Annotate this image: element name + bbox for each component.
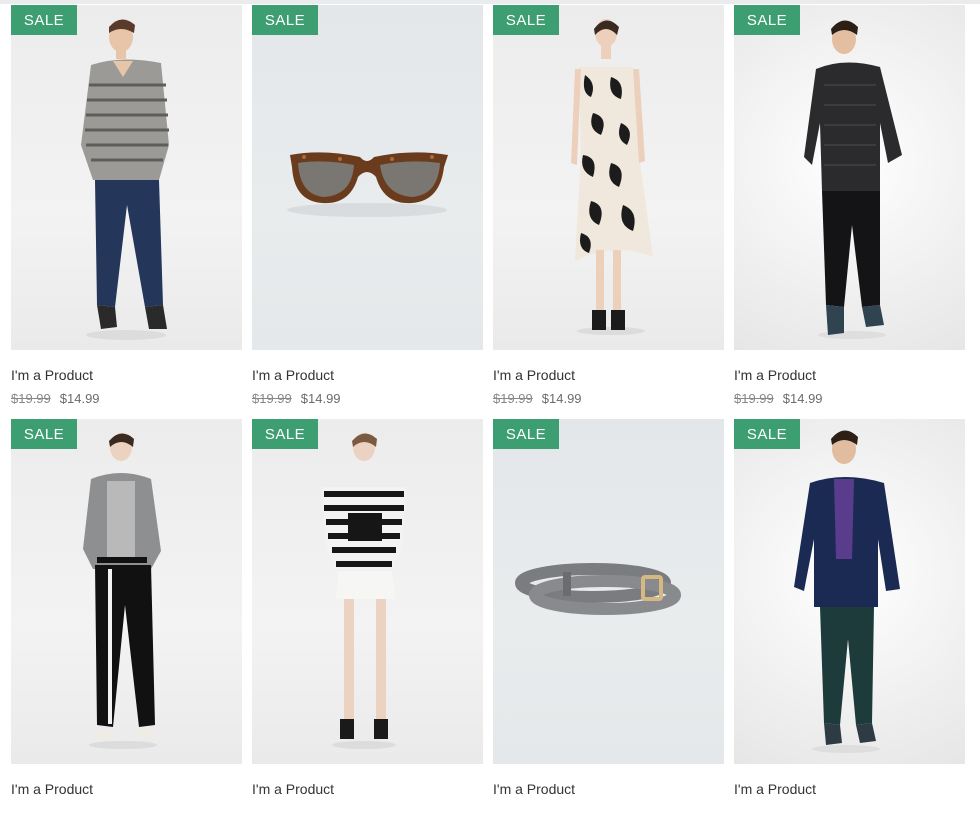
sale-price: $14.99 bbox=[782, 391, 823, 406]
sale-badge: SALE bbox=[493, 419, 559, 449]
product-card[interactable]: SALE I'm a Product $19.99 $14.99 bbox=[11, 5, 242, 419]
sale-badge: SALE bbox=[734, 5, 800, 35]
product-card[interactable]: SALE I'm a Product bbox=[734, 419, 965, 833]
sale-badge: SALE bbox=[493, 5, 559, 35]
product-name[interactable]: I'm a Product bbox=[493, 781, 575, 797]
sale-badge: SALE bbox=[252, 419, 318, 449]
product-image[interactable]: SALE bbox=[11, 5, 242, 350]
sale-badge: SALE bbox=[252, 5, 318, 35]
product-image[interactable]: SALE bbox=[734, 419, 965, 764]
sale-badge: SALE bbox=[734, 419, 800, 449]
original-price: $19.99 bbox=[493, 391, 533, 406]
product-image[interactable]: SALE bbox=[493, 419, 724, 764]
product-name[interactable]: I'm a Product bbox=[493, 367, 575, 383]
product-name[interactable]: I'm a Product bbox=[11, 781, 93, 797]
product-image[interactable]: SALE bbox=[493, 5, 724, 350]
sale-price: $14.99 bbox=[59, 391, 100, 406]
product-price: $19.99 $14.99 bbox=[252, 391, 341, 406]
product-name[interactable]: I'm a Product bbox=[734, 367, 816, 383]
product-image[interactable]: SALE bbox=[11, 419, 242, 764]
original-price: $19.99 bbox=[252, 391, 292, 406]
product-card[interactable]: SALE I'm a Product $19.99 $14.99 bbox=[493, 5, 724, 419]
product-price: $19.99 $14.99 bbox=[493, 391, 582, 406]
product-card[interactable]: SALE I'm a Product $19.99 $14.99 bbox=[252, 5, 483, 419]
original-price: $19.99 bbox=[11, 391, 51, 406]
product-image[interactable]: SALE bbox=[252, 5, 483, 350]
product-name[interactable]: I'm a Product bbox=[11, 367, 93, 383]
product-image[interactable]: SALE bbox=[252, 419, 483, 764]
sale-price: $14.99 bbox=[541, 391, 582, 406]
sale-badge: SALE bbox=[11, 419, 77, 449]
top-divider bbox=[0, 0, 980, 4]
product-name[interactable]: I'm a Product bbox=[734, 781, 816, 797]
product-card[interactable]: SALE I'm a Product bbox=[493, 419, 724, 833]
product-price: $19.99 $14.99 bbox=[11, 391, 100, 406]
product-grid: SALE I'm a Product $19.99 $14.99 SALE I'm… bbox=[11, 5, 965, 833]
sale-price: $14.99 bbox=[300, 391, 341, 406]
product-card[interactable]: SALE I'm a Product $19.99 $14.99 bbox=[734, 5, 965, 419]
product-card[interactable]: SALE I'm a Product bbox=[11, 419, 242, 833]
sale-badge: SALE bbox=[11, 5, 77, 35]
product-name[interactable]: I'm a Product bbox=[252, 781, 334, 797]
product-card[interactable]: SALE I'm a Product bbox=[252, 419, 483, 833]
product-price: $19.99 $14.99 bbox=[734, 391, 823, 406]
original-price: $19.99 bbox=[734, 391, 774, 406]
product-name[interactable]: I'm a Product bbox=[252, 367, 334, 383]
product-image[interactable]: SALE bbox=[734, 5, 965, 350]
